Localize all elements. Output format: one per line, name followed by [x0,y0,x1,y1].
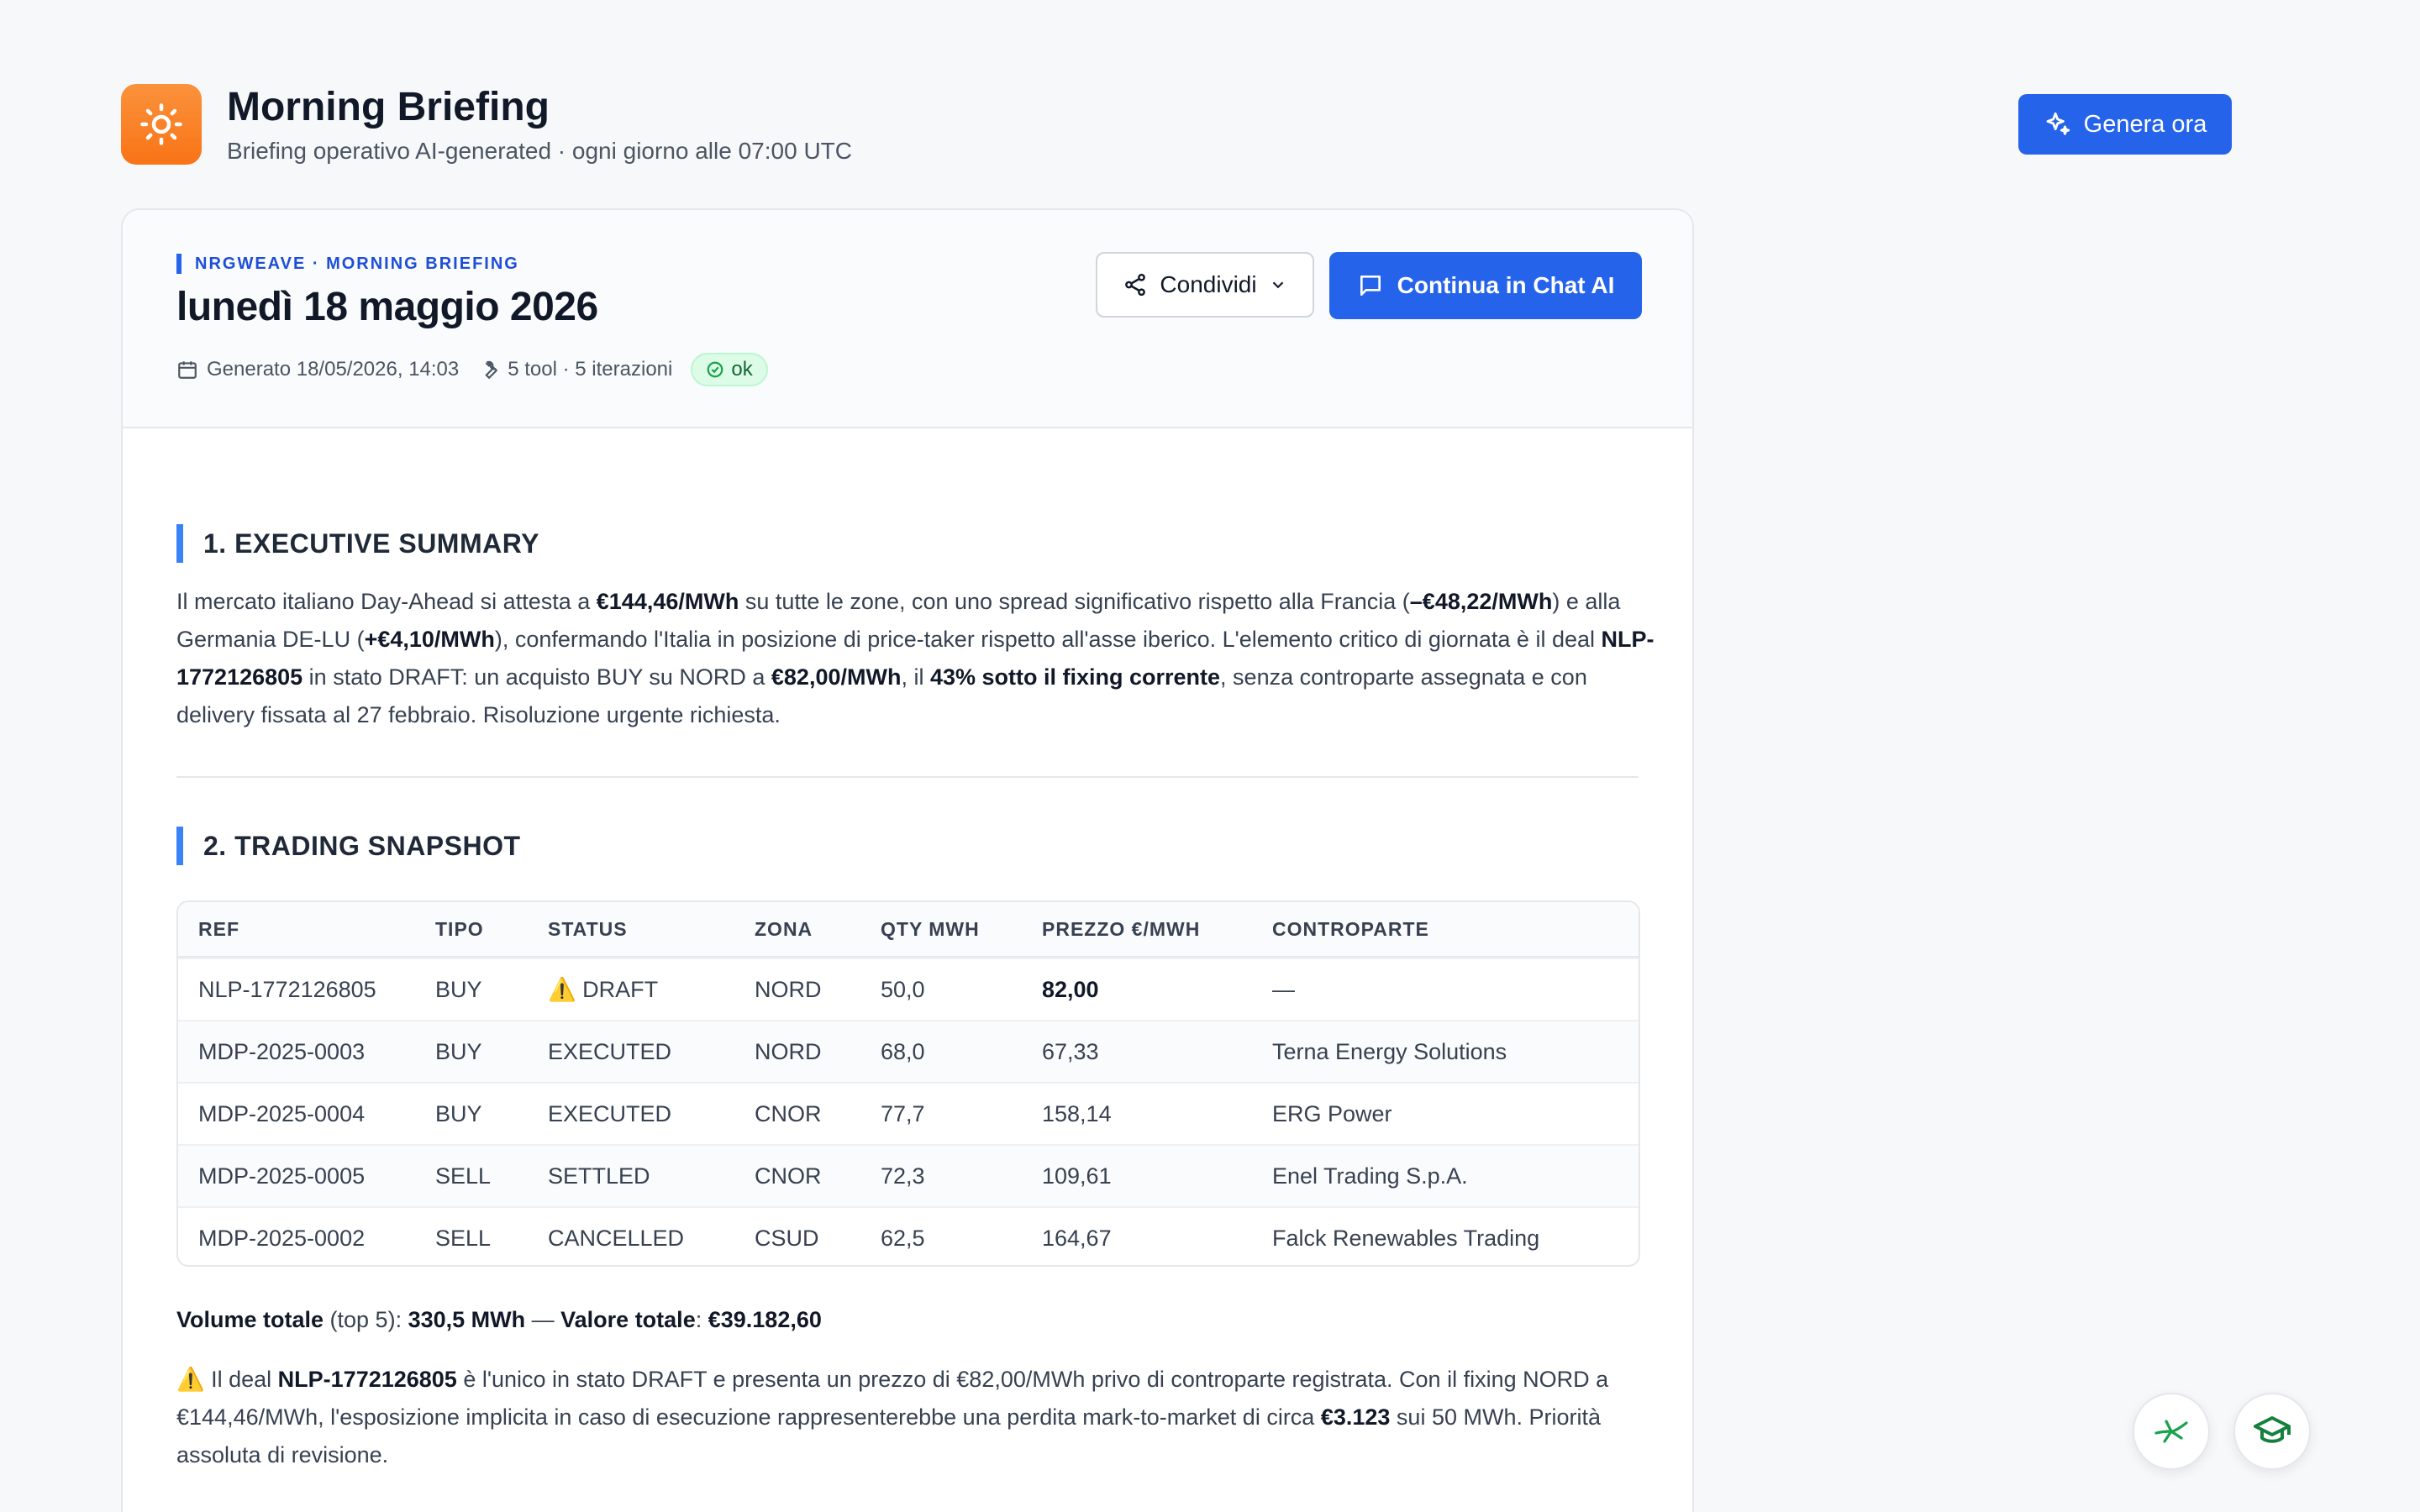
draft-warning-note: ⚠️ Il deal NLP-1772126805 è l'unico in s… [176,1367,1609,1467]
page-subtitle: Briefing operativo AI-generated · ogni g… [227,138,852,164]
table-row[interactable]: MDP-2025-0005 SELL SETTLED CNOR 72,3 109… [178,1144,1639,1206]
briefing-date: lunedì 18 maggio 2026 [176,285,598,329]
cell-status: ⚠️ DRAFT [548,977,659,1002]
page-header: Morning Briefing Briefing operativo AI-g… [121,84,852,165]
sun-icon [121,84,202,165]
continue-chat-label: Continua in Chat AI [1397,272,1615,298]
continue-chat-button[interactable]: Continua in Chat AI [1329,252,1642,319]
column-header: QTY MWH [881,917,980,940]
cell-status: SETTLED [548,1163,650,1189]
status-badge-label: ok [731,358,753,381]
briefing-card-header: NRGWEAVE · MORNING BRIEFING lunedì 18 ma… [123,210,1692,428]
sparkles-icon [2046,112,2070,135]
cell-qty: 50,0 [881,976,925,1002]
cell-zone: CSUD [755,1225,819,1251]
snapshot-icon [2154,1420,2188,1443]
cell-type: SELL [435,1163,492,1189]
cell-ref: MDP-2025-0004 [198,1100,366,1126]
share-label: Condividi [1160,271,1257,297]
column-header: PREZZO €/MWH [1042,917,1201,940]
snapshot-fab-button[interactable] [2133,1393,2210,1470]
page-title: Morning Briefing [227,85,550,129]
generate-now-label: Genera ora [2083,110,2207,138]
generated-meta: Generato 18/05/2026, 14:03 [176,358,459,381]
executive-summary-text: Il mercato italiano Day-Ahead si attesta… [176,589,1655,727]
table-row[interactable]: MDP-2025-0002 SELL CANCELLED CSUD 62,5 1… [178,1206,1639,1265]
share-button[interactable]: Condividi [1096,252,1314,318]
chat-icon [1360,276,1381,296]
briefing-eyebrow: NRGWEAVE · MORNING BRIEFING [176,254,519,274]
cell-price: 164,67 [1042,1225,1112,1251]
tools-count: 5 tool · 5 iterazioni [508,358,673,381]
column-header: STATUS [548,917,628,940]
cell-price: 158,14 [1042,1100,1112,1126]
generated-timestamp: Generato 18/05/2026, 14:03 [207,358,460,381]
cell-type: BUY [435,1038,482,1064]
check-circle-icon [708,361,723,378]
cell-type: BUY [435,1100,482,1126]
column-header: REF [198,917,239,940]
cell-zone: NORD [755,976,822,1002]
table-row[interactable]: MDP-2025-0003 BUY EXECUTED NORD 68,0 67,… [178,1020,1639,1082]
cell-zone: CNOR [755,1163,822,1189]
cell-counterparty: — [1272,976,1295,1002]
calendar-icon [178,361,197,379]
cell-qty: 72,3 [881,1163,925,1189]
chevron-down-icon [1272,281,1283,289]
table-row[interactable]: MDP-2025-0004 BUY EXECUTED CNOR 77,7 158… [178,1082,1639,1144]
cell-counterparty: ERG Power [1272,1100,1392,1126]
cell-qty: 62,5 [881,1225,925,1251]
cell-type: SELL [435,1225,492,1251]
cell-status: EXECUTED [548,1100,672,1126]
table-row[interactable]: NLP-1772126805 BUY ⚠️ DRAFT NORD 50,0 82… [178,958,1639,1020]
cell-qty: 77,7 [881,1100,925,1126]
wrench-icon [485,360,498,380]
section-divider [176,776,1639,778]
trading-snapshot-heading: 2. TRADING SNAPSHOT [176,827,521,865]
snapshot-totals: Volume totale (top 5): 330,5 MWh — Valor… [176,1307,822,1332]
column-header: TIPO [435,917,484,940]
column-header: CONTROPARTE [1272,917,1429,940]
cell-counterparty: Terna Energy Solutions [1272,1038,1507,1064]
cell-zone: NORD [755,1038,822,1064]
cell-ref: MDP-2025-0002 [198,1225,366,1251]
trading-table: REF TIPO STATUS ZONA QTY MWH PREZZO €/MW… [176,900,1640,1267]
cell-price: 67,33 [1042,1038,1099,1064]
generate-now-button[interactable]: Genera ora [2018,94,2232,155]
cell-counterparty: Enel Trading S.p.A. [1272,1163,1468,1189]
status-badge: ok [691,353,768,386]
cell-price: 109,61 [1042,1163,1112,1189]
executive-summary-heading: 1. EXECUTIVE SUMMARY [176,524,539,563]
tools-meta: 5 tool · 5 iterazioni [477,358,672,381]
briefing-meta: Generato 18/05/2026, 14:03 5 tool · 5 it… [176,353,768,386]
learn-fab-button[interactable] [2233,1393,2311,1470]
cell-status: CANCELLED [548,1225,685,1251]
cell-status: EXECUTED [548,1038,672,1064]
cell-ref: NLP-1772126805 [198,976,376,1002]
cell-counterparty: Falck Renewables Trading [1272,1225,1540,1251]
cell-zone: CNOR [755,1100,822,1126]
cell-ref: MDP-2025-0003 [198,1038,366,1064]
cell-type: BUY [435,976,482,1002]
cell-qty: 68,0 [881,1038,925,1064]
table-header-row: REF TIPO STATUS ZONA QTY MWH PREZZO €/MW… [178,902,1639,958]
briefing-card: NRGWEAVE · MORNING BRIEFING lunedì 18 ma… [121,208,1694,1512]
column-header: ZONA [755,917,813,940]
share-icon [1125,273,1146,297]
cell-ref: MDP-2025-0005 [198,1163,366,1189]
graduation-cap-icon [2254,1416,2291,1443]
cell-price: 82,00 [1042,976,1099,1002]
